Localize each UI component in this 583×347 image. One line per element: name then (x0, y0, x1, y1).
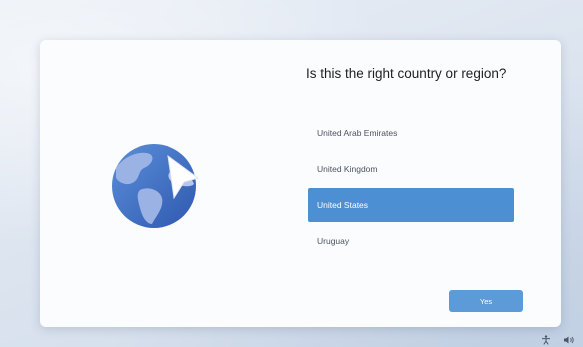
setup-card: Is this the right country or region? Uni… (40, 40, 561, 327)
country-item-united-kingdom[interactable]: United Kingdom (308, 152, 514, 186)
country-item-united-arab-emirates[interactable]: United Arab Emirates (308, 116, 514, 150)
globe-icon (112, 144, 200, 228)
globe-illustration (110, 138, 202, 230)
accessibility-icon[interactable] (541, 332, 551, 345)
country-list[interactable]: United Arab Emirates United Kingdom Unit… (308, 116, 514, 260)
page-title: Is this the right country or region? (306, 66, 507, 81)
country-item-united-states[interactable]: United States (308, 188, 514, 222)
yes-button[interactable]: Yes (449, 290, 523, 312)
system-tray (541, 332, 574, 345)
country-item-uruguay[interactable]: Uruguay (308, 224, 514, 258)
volume-icon[interactable] (563, 332, 574, 344)
